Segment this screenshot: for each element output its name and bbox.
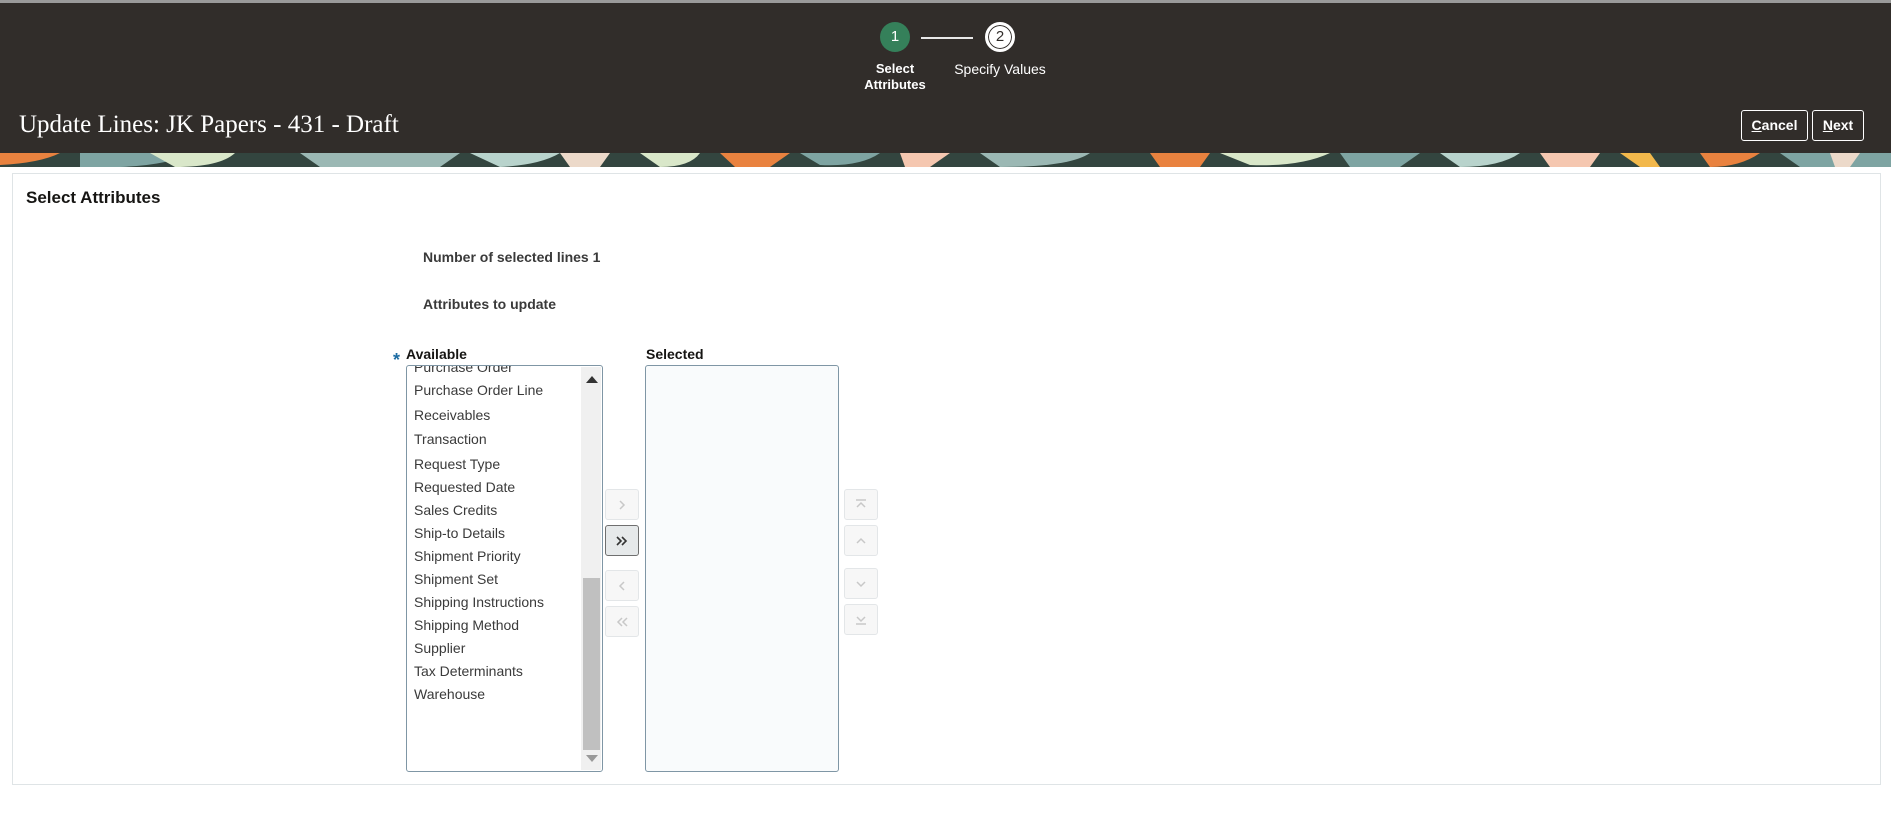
list-item[interactable]: Purchase Order Line [414,379,579,402]
list-item[interactable]: Receivables Transaction [414,402,529,453]
list-item[interactable]: Shipment Set [414,568,579,591]
list-item[interactable]: Requested Date [414,476,579,499]
move-down-button[interactable] [844,568,878,599]
double-chevron-right-icon [616,536,628,546]
train-step-select-attributes[interactable]: 1 Select Attributes [855,22,935,93]
list-item[interactable]: Shipping Method [414,614,579,637]
next-button[interactable]: Next [1812,110,1864,141]
move-up-button[interactable] [844,525,878,556]
available-items: Purchase Order Purchase Order Line Recei… [414,366,579,706]
move-to-top-button[interactable] [844,489,878,520]
banner-pattern [0,153,1891,167]
move-to-bottom-button[interactable] [844,604,878,635]
move-selected-button[interactable] [605,489,639,520]
step-number-badge: 1 [880,22,910,52]
list-item[interactable]: Purchase Order [414,366,579,379]
decorative-banner [0,153,1891,167]
list-item[interactable]: Warehouse [414,683,579,706]
scrollbar-thumb[interactable] [583,578,600,750]
list-item[interactable]: Request Type [414,453,579,476]
page-title: Update Lines: JK Papers - 431 - Draft [19,111,399,138]
chevron-up-icon [856,537,866,544]
chevron-left-icon [618,581,625,591]
step-label: Select Attributes [864,61,926,92]
step-label: Specify Values [954,61,1046,77]
list-item[interactable]: Tax Determinants [414,660,579,683]
chevron-down-icon [856,581,866,588]
selected-list-label: Selected [646,346,704,362]
move-all-button[interactable] [605,525,639,556]
selected-lines-count: Number of selected lines 1 [423,249,601,265]
available-scrollbar[interactable] [581,367,601,770]
chevron-right-icon [619,500,626,510]
available-listbox[interactable]: Purchase Order Purchase Order Line Recei… [406,365,603,772]
section-title: Select Attributes [26,188,161,207]
list-item[interactable]: Shipment Priority [414,545,579,568]
select-attributes-panel [12,173,1881,785]
move-top-icon [856,499,866,508]
required-indicator: * [393,350,401,370]
list-item[interactable]: Shipping Instructions [414,591,579,614]
remove-selected-button[interactable] [605,570,639,601]
list-item[interactable]: Sales Credits [414,499,579,522]
remove-all-button[interactable] [605,606,639,637]
cancel-button[interactable]: Cancel [1741,110,1808,141]
scroll-up-arrow-icon[interactable] [586,376,598,383]
train-step-specify-values[interactable]: 2 Specify Values [940,22,1060,77]
list-item[interactable]: Supplier [414,637,579,660]
list-item[interactable]: Ship-to Details [414,522,579,545]
move-bottom-icon [856,616,866,625]
selected-listbox[interactable] [645,365,839,772]
available-list-label: Available [406,346,467,362]
scroll-down-arrow-icon[interactable] [586,755,598,762]
double-chevron-left-icon [616,617,628,627]
step-number-badge: 2 [985,22,1015,52]
page-header: 1 Select Attributes 2 Specify Values Upd… [0,3,1891,153]
attributes-to-update-label: Attributes to update [423,296,556,312]
